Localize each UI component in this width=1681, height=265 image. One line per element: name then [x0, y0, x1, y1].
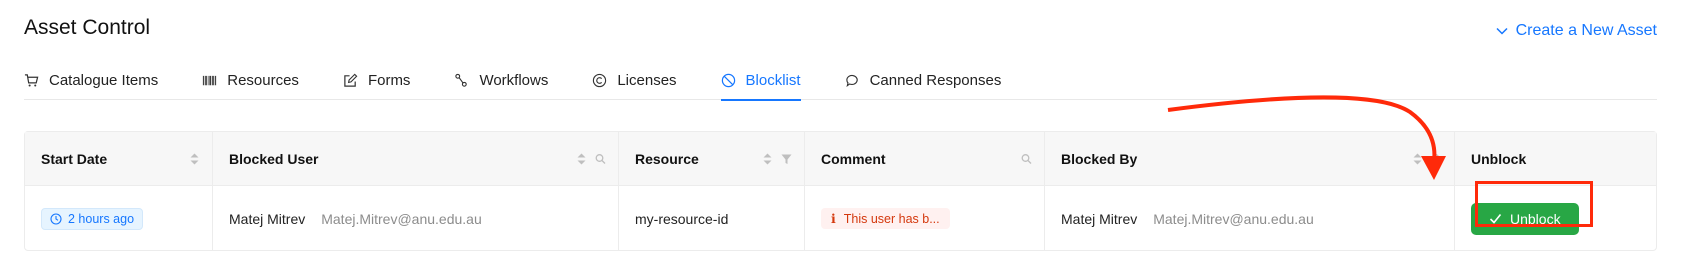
blocked-by-name: Matej Mitrev	[1061, 210, 1138, 227]
comment-text: This user has b...	[843, 211, 940, 226]
tab-catalogue-items[interactable]: Catalogue Items	[24, 62, 158, 100]
blocked-by-email: Matej.Mitrev@anu.edu.au	[1153, 210, 1314, 227]
unblock-button[interactable]: Unblock	[1471, 202, 1579, 235]
cell-comment: i This user has b...	[805, 186, 1045, 251]
sort-icon[interactable]	[189, 152, 200, 166]
chevron-down-icon	[1496, 27, 1508, 35]
filter-icon[interactable]	[781, 152, 792, 166]
tab-forms[interactable]: Forms	[343, 62, 411, 100]
resource-id: my-resource-id	[635, 210, 729, 227]
column-title: Comment	[821, 150, 886, 167]
sort-icon[interactable]	[762, 152, 773, 166]
create-asset-link[interactable]: Create a New Asset	[1496, 22, 1657, 40]
tab-licenses[interactable]: Licenses	[592, 62, 677, 100]
search-icon[interactable]	[1021, 152, 1032, 166]
column-title: Start Date	[41, 150, 108, 167]
sort-icon[interactable]	[1412, 152, 1423, 166]
cell-start-date: 2 hours ago	[25, 186, 213, 251]
column-title: Resource	[635, 150, 699, 167]
tab-workflows[interactable]: Workflows	[454, 62, 548, 100]
blocklist-table: Start Date Blocked User Resource Comment	[24, 131, 1657, 251]
clock-icon	[50, 212, 62, 225]
cell-blocked-user: Matej Mitrev Matej.Mitrev@anu.edu.au	[213, 186, 619, 251]
search-icon[interactable]	[595, 152, 606, 166]
barcode-icon	[203, 75, 217, 85]
blocked-user-name: Matej Mitrev	[229, 210, 306, 227]
sort-icon[interactable]	[576, 152, 587, 166]
tab-label: Canned Responses	[869, 71, 1002, 89]
info-icon: i	[831, 211, 836, 226]
column-header-comment[interactable]: Comment	[805, 132, 1045, 185]
tab-label: Blocklist	[745, 71, 801, 89]
tab-bar: Catalogue Items Resources Forms Workflow…	[24, 62, 1657, 101]
column-header-resource[interactable]: Resource	[619, 132, 805, 185]
column-header-unblock: Unblock	[1455, 132, 1656, 185]
unblock-label: Unblock	[1510, 210, 1561, 227]
create-asset-label: Create a New Asset	[1515, 22, 1657, 39]
block-icon	[721, 73, 735, 87]
column-title: Blocked By	[1061, 150, 1138, 167]
copyright-icon	[593, 73, 607, 87]
cell-unblock: Unblock	[1455, 186, 1656, 251]
tab-label: Licenses	[617, 71, 677, 89]
page-title: Asset Control	[24, 16, 151, 39]
workflow-icon	[455, 73, 468, 87]
tab-label: Catalogue Items	[49, 71, 159, 89]
tab-label: Forms	[367, 71, 411, 89]
column-title: Blocked User	[229, 150, 319, 167]
column-header-blocked-by[interactable]: Blocked By	[1045, 132, 1455, 185]
column-header-start-date[interactable]: Start Date	[25, 132, 213, 185]
table-header: Start Date Blocked User Resource Comment	[25, 132, 1656, 186]
comment-tag[interactable]: i This user has b...	[821, 208, 950, 229]
table-row: 2 hours ago Matej Mitrev Matej.Mitrev@an…	[25, 186, 1656, 251]
search-icon[interactable]	[1431, 152, 1442, 166]
start-date-text: 2 hours ago	[68, 211, 135, 226]
check-icon	[1489, 213, 1502, 224]
page-header: Asset Control Create a New Asset	[24, 14, 1657, 54]
column-header-blocked-user[interactable]: Blocked User	[213, 132, 619, 185]
edit-icon	[344, 73, 358, 87]
cell-resource: my-resource-id	[619, 186, 805, 251]
tab-resources[interactable]: Resources	[202, 62, 299, 100]
blocked-user-email: Matej.Mitrev@anu.edu.au	[321, 210, 482, 227]
tab-label: Workflows	[479, 71, 549, 89]
chat-icon	[845, 74, 858, 87]
cell-blocked-by: Matej Mitrev Matej.Mitrev@anu.edu.au	[1045, 186, 1455, 251]
tab-canned-responses[interactable]: Canned Responses	[845, 62, 1002, 100]
tab-label: Resources	[227, 71, 299, 89]
tab-blocklist[interactable]: Blocklist	[720, 62, 801, 101]
column-title: Unblock	[1471, 150, 1527, 167]
time-badge: 2 hours ago	[41, 207, 144, 230]
cart-icon	[24, 73, 39, 86]
